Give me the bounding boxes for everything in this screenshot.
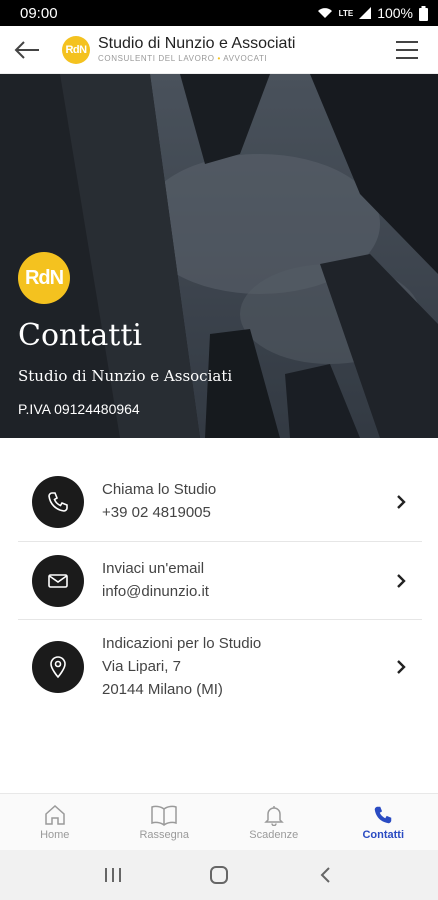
studio-logo: RdN: [62, 35, 90, 64]
chevron-right-icon: [397, 494, 406, 509]
status-icons: LTE 100%: [317, 5, 428, 21]
header-text: Studio di Nunzio e Associati CONSULENTI …: [98, 35, 295, 64]
address-street: Via Lipari, 7: [102, 658, 181, 675]
wifi-icon: [317, 8, 332, 18]
app-header: RdN Studio di Nunzio e Associati CONSULE…: [0, 26, 438, 74]
nav-label: Scadenze: [249, 828, 299, 841]
system-nav-bar: [0, 850, 438, 900]
nav-label: Home: [40, 828, 70, 841]
home-system-button[interactable]: [199, 855, 239, 895]
menu-button[interactable]: [396, 38, 420, 62]
hero-banner: RdN Contatti Studio di Nunzio e Associat…: [0, 74, 438, 438]
contact-title: Indicazioni per lo Studio: [102, 635, 262, 652]
phone-icon: [32, 475, 84, 528]
nav-rassegna[interactable]: Rassegna: [110, 794, 220, 850]
book-icon: [151, 805, 177, 826]
nav-scadenze[interactable]: Scadenze: [219, 794, 329, 850]
signal-icon: [359, 7, 372, 19]
hamburger-icon: [396, 41, 418, 43]
address-city: 20144 Milano (MI): [102, 681, 223, 698]
home-circle-icon: [210, 866, 228, 884]
page-title: Contatti: [18, 318, 142, 353]
contact-directions-text: Indicazioni per lo Studio Via Lipari, 7 …: [102, 634, 261, 700]
chevron-right-icon: [397, 660, 406, 674]
location-pin-icon: [32, 641, 84, 693]
phone-number: +39 02 4819005: [102, 504, 211, 521]
recent-apps-button[interactable]: [93, 855, 133, 895]
status-bar: 09:00 LTE 100%: [0, 0, 438, 26]
contact-title: Inviaci un'email: [102, 560, 205, 577]
mail-icon: [32, 554, 84, 607]
back-button[interactable]: [0, 26, 54, 74]
email-address: info@dinunzio.it: [102, 583, 209, 600]
nav-contatti[interactable]: Contatti: [329, 794, 438, 850]
contact-email-text: Inviaci un'email info@dinunzio.it: [102, 559, 209, 602]
network-type: LTE: [338, 8, 354, 18]
hero-subtitle: Studio di Nunzio e Associati: [18, 367, 233, 385]
arrow-left-icon: [14, 40, 39, 59]
app-title: Studio di Nunzio e Associati: [98, 35, 296, 52]
nav-label: Contatti: [362, 828, 405, 841]
contact-call-text: Chiama lo Studio +39 02 4819005: [102, 480, 216, 523]
contact-email-row[interactable]: Inviaci un'email info@dinunzio.it: [18, 542, 422, 620]
recent-apps-icon: [105, 868, 121, 882]
vat-number: P.IVA 09124480964: [18, 401, 140, 417]
battery-level: 100%: [377, 5, 413, 21]
status-time: 09:00: [20, 4, 58, 22]
bottom-nav: Home Rassegna Scadenze Contatti: [0, 793, 438, 850]
back-chevron-icon: [320, 867, 330, 883]
bell-icon: [263, 805, 284, 826]
nav-home[interactable]: Home: [0, 794, 110, 850]
app-subtitle: CONSULENTI DEL LAVORO • AVVOCATI: [98, 54, 268, 63]
phone-icon: [375, 806, 392, 823]
hero-logo: RdN: [18, 252, 70, 304]
battery-icon: [419, 5, 428, 21]
nav-label: Rassegna: [139, 828, 190, 841]
home-icon: [45, 804, 65, 825]
contact-call-row[interactable]: Chiama lo Studio +39 02 4819005: [18, 462, 422, 542]
contact-title: Chiama lo Studio: [102, 481, 217, 498]
contact-directions-row[interactable]: Indicazioni per lo Studio Via Lipari, 7 …: [18, 620, 422, 714]
contact-list: Chiama lo Studio +39 02 4819005 Inviaci …: [18, 462, 422, 714]
chevron-right-icon: [397, 573, 406, 588]
back-system-button[interactable]: [305, 855, 345, 895]
